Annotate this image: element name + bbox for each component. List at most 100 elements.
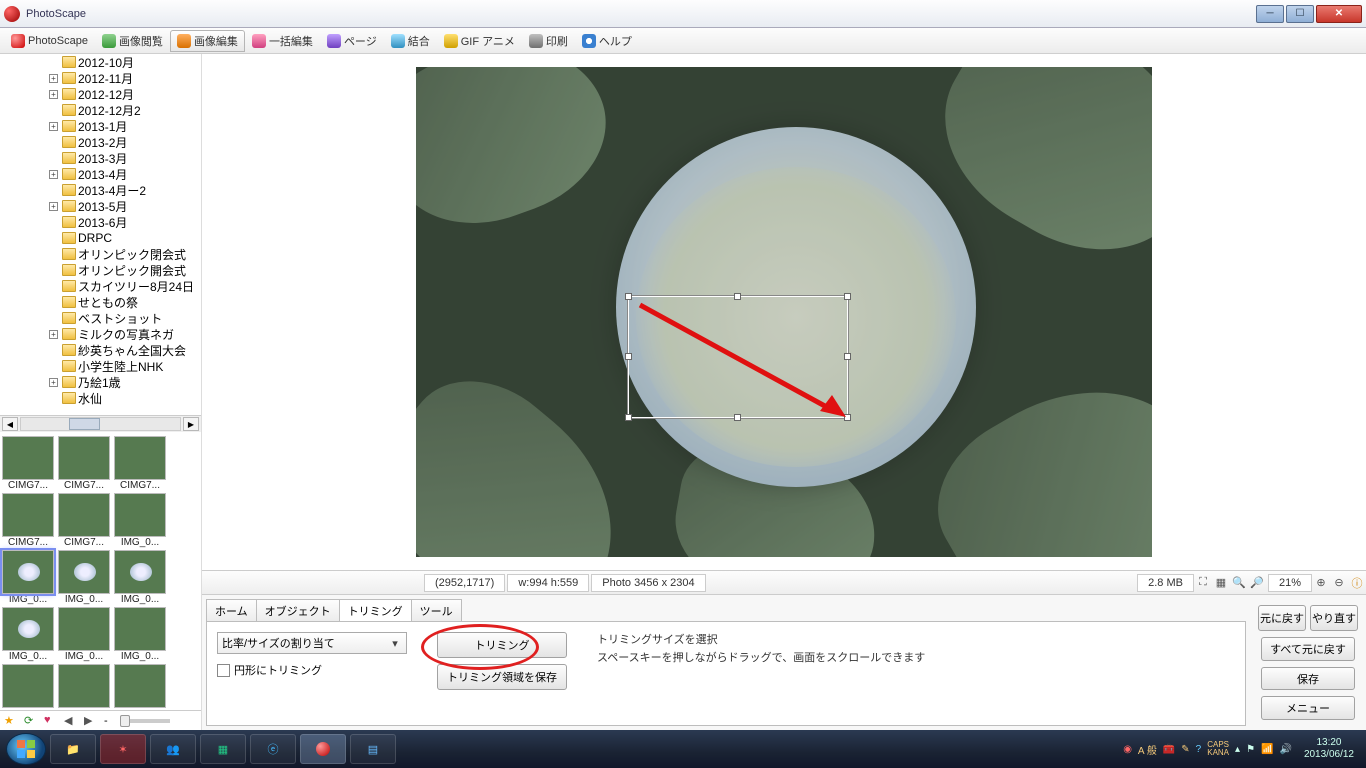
tree-expander-icon[interactable]: + — [49, 170, 58, 179]
tab-editor[interactable]: 画像編集 — [170, 30, 245, 52]
crop-selection[interactable] — [629, 297, 847, 417]
crop-handle-s[interactable] — [734, 414, 741, 421]
crop-handle-nw[interactable] — [625, 293, 632, 300]
thumbnail[interactable]: IMG_0... — [114, 607, 166, 662]
actual-size-icon[interactable]: ▦ — [1212, 574, 1230, 592]
taskbar-excel[interactable]: ▦ — [200, 734, 246, 764]
tree-node[interactable]: +ミルクの写真ネガ — [8, 326, 201, 342]
thumbnail[interactable]: IMG_0... — [114, 550, 166, 605]
tab-page[interactable]: ページ — [320, 30, 384, 52]
zoom-out-icon[interactable]: ⊖ — [1330, 574, 1348, 592]
thumbnail[interactable]: IMG_0... — [58, 607, 110, 662]
thumbnail[interactable] — [2, 664, 54, 708]
ime-pad-icon[interactable]: ✎ — [1181, 744, 1189, 755]
tree-node[interactable]: 紗英ちゃん全国大会 — [8, 342, 201, 358]
tree-node[interactable]: せともの祭 — [8, 294, 201, 310]
tab-photoscape[interactable]: PhotoScape — [4, 30, 95, 52]
tree-node[interactable]: オリンピック開会式 — [8, 262, 201, 278]
tree-node[interactable]: 2013-3月 — [8, 150, 201, 166]
close-button[interactable]: ✕ — [1316, 5, 1362, 23]
thumbnail[interactable] — [58, 664, 110, 708]
redo-button[interactable]: やり直す — [1310, 605, 1358, 631]
tree-node[interactable]: +2013-4月 — [8, 166, 201, 182]
zoom-tool-icon[interactable]: 🔍 — [1230, 574, 1248, 592]
prev-icon[interactable]: ◀ — [64, 714, 78, 728]
tree-node[interactable]: 2013-6月 — [8, 214, 201, 230]
tree-node[interactable]: スカイツリー8月24日 — [8, 278, 201, 294]
tree-node[interactable]: オリンピック閉会式 — [8, 246, 201, 262]
minimize-button[interactable]: ─ — [1256, 5, 1284, 23]
taskbar-explorer[interactable]: 📁 — [50, 734, 96, 764]
tree-node[interactable]: +2013-1月 — [8, 118, 201, 134]
thumb-size-slider[interactable] — [120, 719, 170, 723]
info-icon[interactable]: ⓘ — [1348, 574, 1366, 592]
tree-expander-icon[interactable]: + — [49, 202, 58, 211]
zoom-out-thumb-icon[interactable]: - — [104, 715, 108, 727]
tree-hscrollbar[interactable]: ◀ ▶ — [0, 416, 201, 432]
tab-combine[interactable]: 結合 — [384, 30, 437, 52]
reload-icon[interactable]: ⟳ — [24, 714, 38, 728]
thumbnail[interactable]: IMG_0... — [58, 550, 110, 605]
tab-gif[interactable]: GIF アニメ — [437, 30, 522, 52]
tree-node[interactable]: +2012-12月 — [8, 86, 201, 102]
thumbnail[interactable] — [114, 664, 166, 708]
ellipse-crop-checkbox[interactable] — [217, 664, 230, 677]
save-button[interactable]: 保存 — [1261, 667, 1355, 691]
subtab-home[interactable]: ホーム — [206, 599, 257, 621]
folder-tree[interactable]: 2012-10月+2012-11月+2012-12月2012-12月2+2013… — [0, 54, 201, 416]
flag-icon[interactable]: ⚑ — [1246, 744, 1255, 755]
tree-expander-icon[interactable]: + — [49, 330, 58, 339]
tray-icon[interactable]: ◉ — [1123, 744, 1132, 755]
undo-all-button[interactable]: すべて元に戻す — [1261, 637, 1355, 661]
zoom-in-icon[interactable]: ⊕ — [1312, 574, 1330, 592]
network-icon[interactable]: 📶 — [1261, 744, 1273, 755]
volume-icon[interactable]: 🔊 — [1279, 744, 1291, 755]
scroll-thumb[interactable] — [69, 418, 101, 430]
tab-batch[interactable]: 一括編集 — [245, 30, 320, 52]
tree-node[interactable]: 2013-4月ー2 — [8, 182, 201, 198]
crop-handle-se[interactable] — [844, 414, 851, 421]
favorite-icon[interactable]: ★ — [4, 714, 18, 728]
image-canvas[interactable] — [416, 67, 1152, 557]
fit-screen-icon[interactable]: ⛶ — [1194, 574, 1212, 592]
tree-expander-icon[interactable]: + — [49, 378, 58, 387]
tree-node[interactable]: 小学生陸上NHK — [8, 358, 201, 374]
taskbar-app1[interactable]: ✶ — [100, 734, 146, 764]
ime-help-icon[interactable]: ? — [1196, 744, 1202, 755]
tree-node[interactable]: +2012-11月 — [8, 70, 201, 86]
start-button[interactable] — [6, 733, 46, 765]
tree-node[interactable]: 2012-12月2 — [8, 102, 201, 118]
tree-expander-icon[interactable]: + — [49, 74, 58, 83]
crop-ratio-combo[interactable]: 比率/サイズの割り当て ▾ — [217, 632, 407, 654]
tree-node[interactable]: 水仙 — [8, 390, 201, 406]
tree-node[interactable]: ベストショット — [8, 310, 201, 326]
scroll-track[interactable] — [20, 417, 181, 431]
taskbar-photoscape[interactable] — [300, 734, 346, 764]
tree-node[interactable]: +2013-5月 — [8, 198, 201, 214]
crop-handle-ne[interactable] — [844, 293, 851, 300]
menu-button[interactable]: メニュー — [1261, 696, 1355, 720]
tab-help[interactable]: ヘルプ — [575, 30, 639, 52]
ime-tool-icon[interactable]: 🧰 — [1163, 744, 1175, 755]
crop-handle-sw[interactable] — [625, 414, 632, 421]
tab-print[interactable]: 印刷 — [522, 30, 575, 52]
tree-node[interactable]: 2013-2月 — [8, 134, 201, 150]
crop-handle-n[interactable] — [734, 293, 741, 300]
thumbnail-grid[interactable]: CIMG7...CIMG7...CIMG7...CIMG7...CIMG7...… — [0, 432, 201, 710]
tree-node[interactable]: +乃絵1歳 — [8, 374, 201, 390]
ime-mode[interactable]: A 般 — [1138, 742, 1157, 757]
tree-expander-icon[interactable]: + — [49, 122, 58, 131]
crop-handle-w[interactable] — [625, 353, 632, 360]
crop-handle-e[interactable] — [844, 353, 851, 360]
thumbnail[interactable]: IMG_0... — [2, 607, 54, 662]
scroll-left-icon[interactable]: ◀ — [2, 417, 18, 431]
thumbnail[interactable]: CIMG7... — [2, 436, 54, 491]
scroll-right-icon[interactable]: ▶ — [183, 417, 199, 431]
ime-kana[interactable]: KANA — [1207, 749, 1229, 757]
subtab-tools[interactable]: ツール — [411, 599, 462, 621]
thumbnail[interactable]: CIMG7... — [58, 436, 110, 491]
taskbar-clock[interactable]: 13:20 2013/06/12 — [1298, 737, 1360, 761]
next-icon[interactable]: ▶ — [84, 714, 98, 728]
undo-button[interactable]: 元に戻す — [1258, 605, 1306, 631]
taskbar-ie[interactable]: ⓔ — [250, 734, 296, 764]
